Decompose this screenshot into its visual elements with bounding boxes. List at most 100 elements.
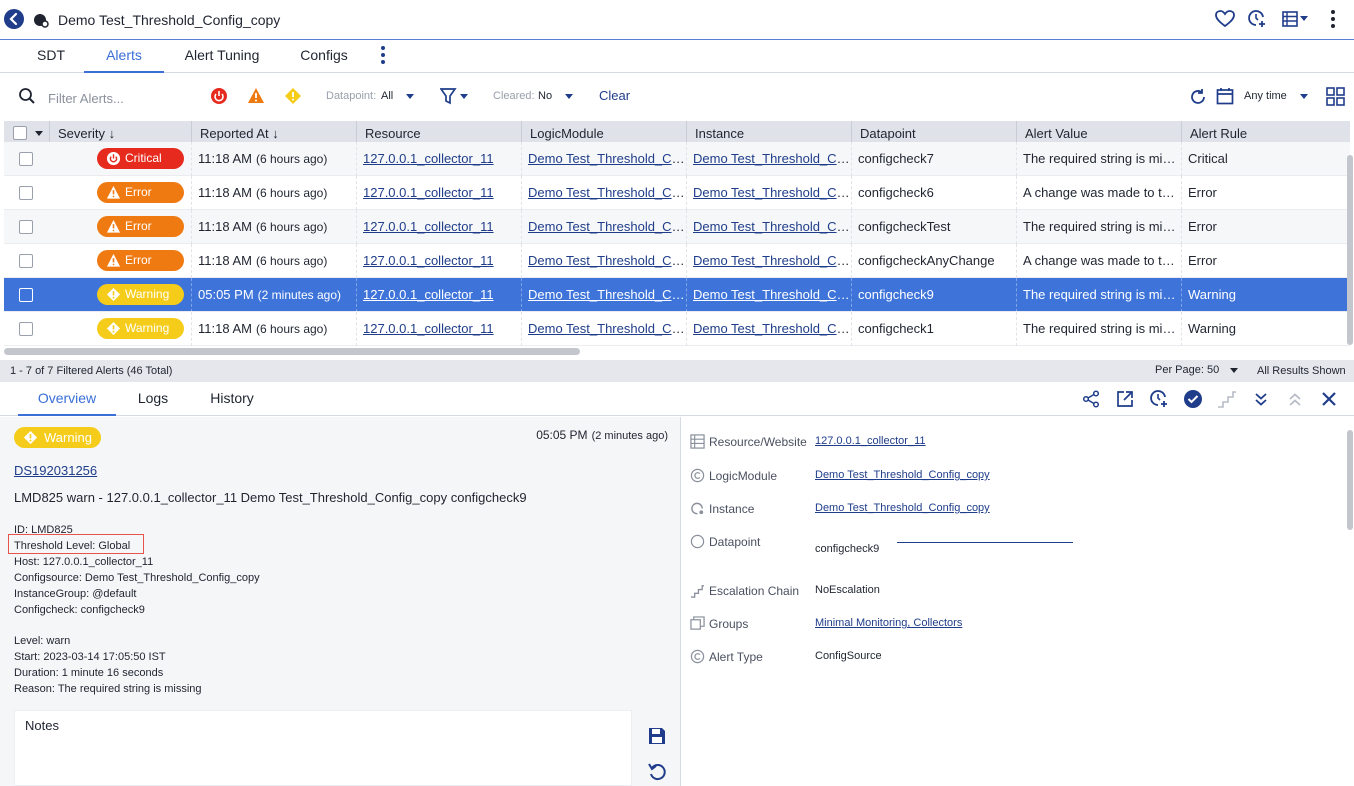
- tabs-more-icon[interactable]: [377, 45, 389, 65]
- cell-logic-module[interactable]: Demo Test_Threshold_Config_copy: [521, 210, 686, 244]
- favorite-button[interactable]: [1214, 8, 1236, 30]
- caret-down-icon: [1300, 16, 1308, 21]
- filter-alerts-input[interactable]: [46, 88, 196, 108]
- undo-note-icon[interactable]: [647, 762, 667, 782]
- table-horizontal-scrollbar[interactable]: [4, 348, 580, 355]
- warning-filter-icon[interactable]: [284, 87, 302, 105]
- refresh-icon[interactable]: [1189, 88, 1207, 106]
- cell-datapoint: configcheckAnyChange: [851, 244, 1016, 278]
- severity-badge: Warning: [97, 284, 184, 305]
- row-checkbox[interactable]: [19, 186, 33, 200]
- search-icon: [19, 88, 35, 104]
- tab-sdt[interactable]: SDT: [22, 40, 80, 73]
- acknowledge-button[interactable]: [1182, 388, 1204, 410]
- tab-alerts[interactable]: Alerts: [84, 40, 164, 73]
- filter-funnel-icon[interactable]: [440, 87, 468, 105]
- escalation-chain-value: NoEscalation: [815, 584, 880, 596]
- cell-datapoint: configcheck6: [851, 176, 1016, 210]
- save-note-icon[interactable]: [647, 726, 667, 746]
- escalate-button[interactable]: [1216, 388, 1238, 410]
- tab-logs[interactable]: Logs: [128, 382, 178, 416]
- close-icon: [1322, 392, 1336, 406]
- per-page-select[interactable]: Per Page: 50: [1155, 364, 1239, 376]
- cell-resource[interactable]: 127.0.0.1_collector_11: [356, 210, 521, 244]
- cell-logic-module[interactable]: Demo Test_Threshold_Config_copy: [521, 142, 686, 176]
- grid-layout-icon[interactable]: [1326, 87, 1345, 106]
- table-vertical-scrollbar[interactable]: [1347, 155, 1353, 345]
- cell-logic-module[interactable]: Demo Test_Threshold_Config_copy: [521, 312, 686, 346]
- row-checkbox[interactable]: [19, 322, 33, 336]
- cell-resource[interactable]: 127.0.0.1_collector_11: [356, 278, 521, 312]
- table-view-button[interactable]: [1278, 8, 1312, 30]
- cell-instance[interactable]: Demo Test_Threshold_Config_copy: [686, 244, 851, 278]
- calendar-icon[interactable]: [1216, 87, 1234, 105]
- cell-resource[interactable]: 127.0.0.1_collector_11: [356, 244, 521, 278]
- error-filter-icon[interactable]: [247, 87, 265, 105]
- previous-alert-button[interactable]: [1284, 388, 1306, 410]
- cell-logic-module[interactable]: Demo Test_Threshold_Config_copy: [521, 244, 686, 278]
- critical-filter-icon[interactable]: [210, 87, 228, 105]
- severity-badge: Error: [97, 182, 184, 203]
- cell-resource[interactable]: 127.0.0.1_collector_11: [356, 142, 521, 176]
- table-row[interactable]: Error 11:18 AM (6 hours ago) 127.0.0.1_coll…: [4, 176, 1350, 210]
- cell-instance[interactable]: Demo Test_Threshold_Config_copy: [686, 278, 851, 312]
- table-row[interactable]: Warning 05:05 PM (2 minutes ago) 127.0.0.1_…: [4, 278, 1350, 312]
- alert-id-link[interactable]: DS192031256: [14, 463, 97, 478]
- share-button[interactable]: [1080, 388, 1102, 410]
- cell-alert-rule: Warning: [1181, 278, 1350, 312]
- warning-icon: [106, 321, 121, 336]
- sdt-button[interactable]: [1246, 8, 1268, 30]
- logicmodule-link[interactable]: Demo Test_Threshold_Config_copy: [815, 469, 990, 481]
- cell-logic-module[interactable]: Demo Test_Threshold_Config_copy: [521, 176, 686, 210]
- back-button[interactable]: [4, 9, 24, 29]
- groups-link[interactable]: Minimal Monitoring, Collectors: [815, 617, 962, 629]
- tab-history[interactable]: History: [200, 382, 264, 416]
- tab-overview[interactable]: Overview: [18, 382, 116, 416]
- row-checkbox[interactable]: [19, 288, 33, 302]
- cell-resource[interactable]: 127.0.0.1_collector_11: [356, 176, 521, 210]
- tab-configs[interactable]: Configs: [282, 40, 366, 73]
- clear-filters-link[interactable]: Clear: [599, 88, 630, 103]
- table-row[interactable]: Error 11:18 AM (6 hours ago) 127.0.0.1_coll…: [4, 244, 1350, 278]
- notes-textarea[interactable]: Notes: [14, 710, 632, 786]
- row-checkbox[interactable]: [19, 152, 33, 166]
- double-chevron-down-icon: [1255, 393, 1267, 406]
- cleared-filter-value[interactable]: No: [538, 90, 552, 102]
- cell-instance[interactable]: Demo Test_Threshold_Config_copy: [686, 176, 851, 210]
- error-icon: [106, 219, 121, 233]
- table-row[interactable]: Error 11:18 AM (6 hours ago) 127.0.0.1_coll…: [4, 210, 1350, 244]
- row-checkbox[interactable]: [19, 254, 33, 268]
- property-alert-type: Alert Type ConfigSource: [681, 640, 1354, 674]
- open-external-button[interactable]: [1114, 388, 1136, 410]
- alert-type-icon: [690, 649, 705, 664]
- time-range-caret-icon[interactable]: [1300, 94, 1308, 99]
- datapoint-filter-value[interactable]: All: [381, 90, 393, 102]
- clock-plus-icon: [1150, 390, 1167, 407]
- schedule-sdt-button[interactable]: [1148, 388, 1170, 410]
- cell-resource[interactable]: 127.0.0.1_collector_11: [356, 312, 521, 346]
- table-row[interactable]: Critical 11:18 AM (6 hours ago) 127.0.0.1_c…: [4, 142, 1350, 176]
- select-all-checkbox[interactable]: [13, 126, 27, 140]
- time-range-value[interactable]: Any time: [1244, 90, 1287, 102]
- tab-alert-tuning[interactable]: Alert Tuning: [176, 40, 268, 73]
- datapoint-caret-icon[interactable]: [406, 94, 414, 99]
- table-footer: 1 - 7 of 7 Filtered Alerts (46 Total) Pe…: [0, 360, 1354, 382]
- resource-link[interactable]: 127.0.0.1_collector_11: [815, 435, 926, 447]
- notes-label: Notes: [25, 718, 59, 733]
- table-row[interactable]: Warning 11:18 AM (6 hours ago) 127.0.0.1_co…: [4, 312, 1350, 346]
- detail-line: Duration: 1 minute 16 seconds: [14, 667, 164, 679]
- instance-link[interactable]: Demo Test_Threshold_Config_copy: [815, 502, 990, 514]
- cell-logic-module[interactable]: Demo Test_Threshold_Config_copy: [521, 278, 686, 312]
- cleared-caret-icon[interactable]: [565, 94, 573, 99]
- select-menu-caret-icon[interactable]: [35, 131, 43, 136]
- cell-instance[interactable]: Demo Test_Threshold_Config_copy: [686, 142, 851, 176]
- close-detail-button[interactable]: [1318, 388, 1340, 410]
- detail-vertical-scrollbar[interactable]: [1347, 430, 1353, 530]
- row-checkbox[interactable]: [19, 220, 33, 234]
- property-escalation-chain: Escalation Chain NoEscalation: [681, 574, 1354, 608]
- cell-instance[interactable]: Demo Test_Threshold_Config_copy: [686, 210, 851, 244]
- per-page-caret-icon[interactable]: [1230, 367, 1239, 373]
- next-alert-button[interactable]: [1250, 388, 1272, 410]
- cell-instance[interactable]: Demo Test_Threshold_Config_copy: [686, 312, 851, 346]
- more-options-button[interactable]: [1322, 8, 1344, 30]
